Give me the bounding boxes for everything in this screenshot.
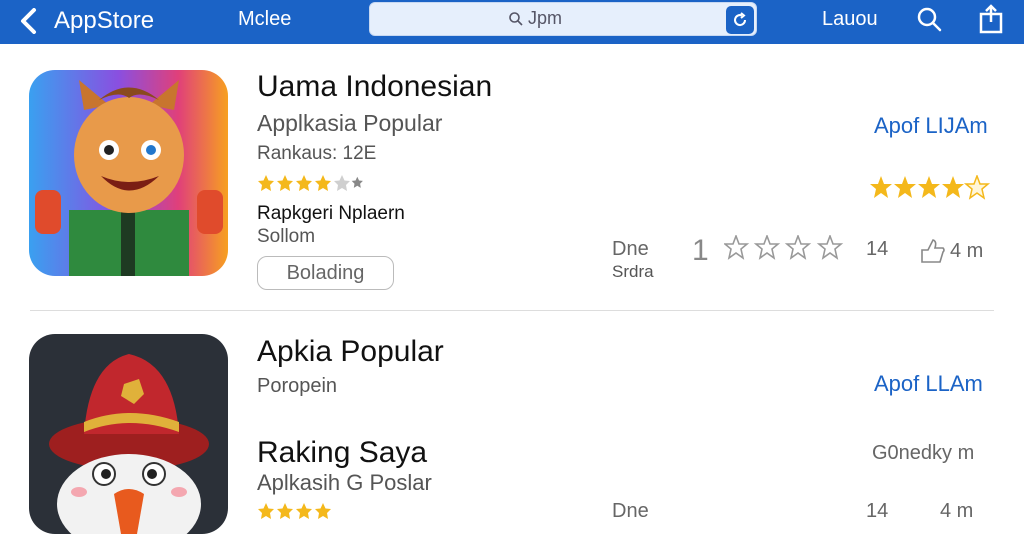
search-query: Jpm <box>508 8 562 29</box>
app-ranking: Rankaus: 12E <box>257 143 377 164</box>
app-icon-bird[interactable] <box>29 334 228 534</box>
back-button[interactable]: AppStore <box>18 6 178 36</box>
star-rating-icon <box>870 175 991 200</box>
detail-sub: Srdra <box>612 262 654 281</box>
app-action-link[interactable]: Apof LIJAm <box>874 113 988 139</box>
app-action-link[interactable]: Apof LLAm <box>874 371 983 397</box>
star-rating-icon <box>258 503 331 519</box>
rating-count: 14 <box>866 238 889 260</box>
bird-mascot-icon <box>29 334 228 534</box>
cat-mascot-icon <box>29 70 228 276</box>
detail-label: Dne <box>612 238 649 260</box>
refresh-button[interactable] <box>726 6 754 34</box>
app-title[interactable]: Uama Indonesian <box>257 70 492 104</box>
app-subtitle: Poropein <box>257 375 338 397</box>
rating-stars-large <box>869 175 993 201</box>
count-prefix: 1 <box>692 234 709 267</box>
app-icon-cat[interactable] <box>29 70 228 276</box>
app-category: Sollom <box>257 226 316 247</box>
nav-right-text[interactable]: Lauou <box>822 8 878 31</box>
search-icon <box>917 7 942 32</box>
rating-stars-small <box>257 174 367 192</box>
app-title[interactable]: Apkia Popular <box>257 335 444 369</box>
app-right-text: G0nedky m <box>872 442 975 464</box>
refresh-icon <box>734 12 747 27</box>
rating-stars-outline[interactable] <box>724 235 846 261</box>
app-size: 4 m <box>920 238 983 264</box>
share-button[interactable] <box>976 4 1006 34</box>
app-title[interactable]: Raking Saya <box>257 436 427 470</box>
rating-stars-small-2 <box>257 502 367 520</box>
search-button[interactable] <box>914 4 944 34</box>
app-developer[interactable]: Rapkgeri Nplaern <box>257 203 405 225</box>
search-field[interactable]: Jpm <box>369 2 757 36</box>
nav-left-text[interactable]: Mclee <box>238 8 291 31</box>
back-label: AppStore <box>54 7 155 34</box>
loading-button[interactable]: Bolading <box>257 256 394 290</box>
search-icon <box>509 11 523 26</box>
app-subtitle: Applkasia Popular <box>257 110 443 136</box>
app-subtitle: Aplkasih G Poslar <box>257 470 432 495</box>
row-divider <box>30 310 994 311</box>
size-value: 4 m <box>950 239 984 262</box>
thumbs-up-icon <box>921 239 945 263</box>
top-navigation-bar: AppStore Mclee Jpm Lauou <box>0 0 1024 44</box>
search-value: Jpm <box>528 8 563 28</box>
chevron-left-icon <box>21 8 36 34</box>
star-outline-icon <box>724 235 844 260</box>
star-rating-icon <box>258 175 363 191</box>
share-icon <box>979 4 1003 34</box>
